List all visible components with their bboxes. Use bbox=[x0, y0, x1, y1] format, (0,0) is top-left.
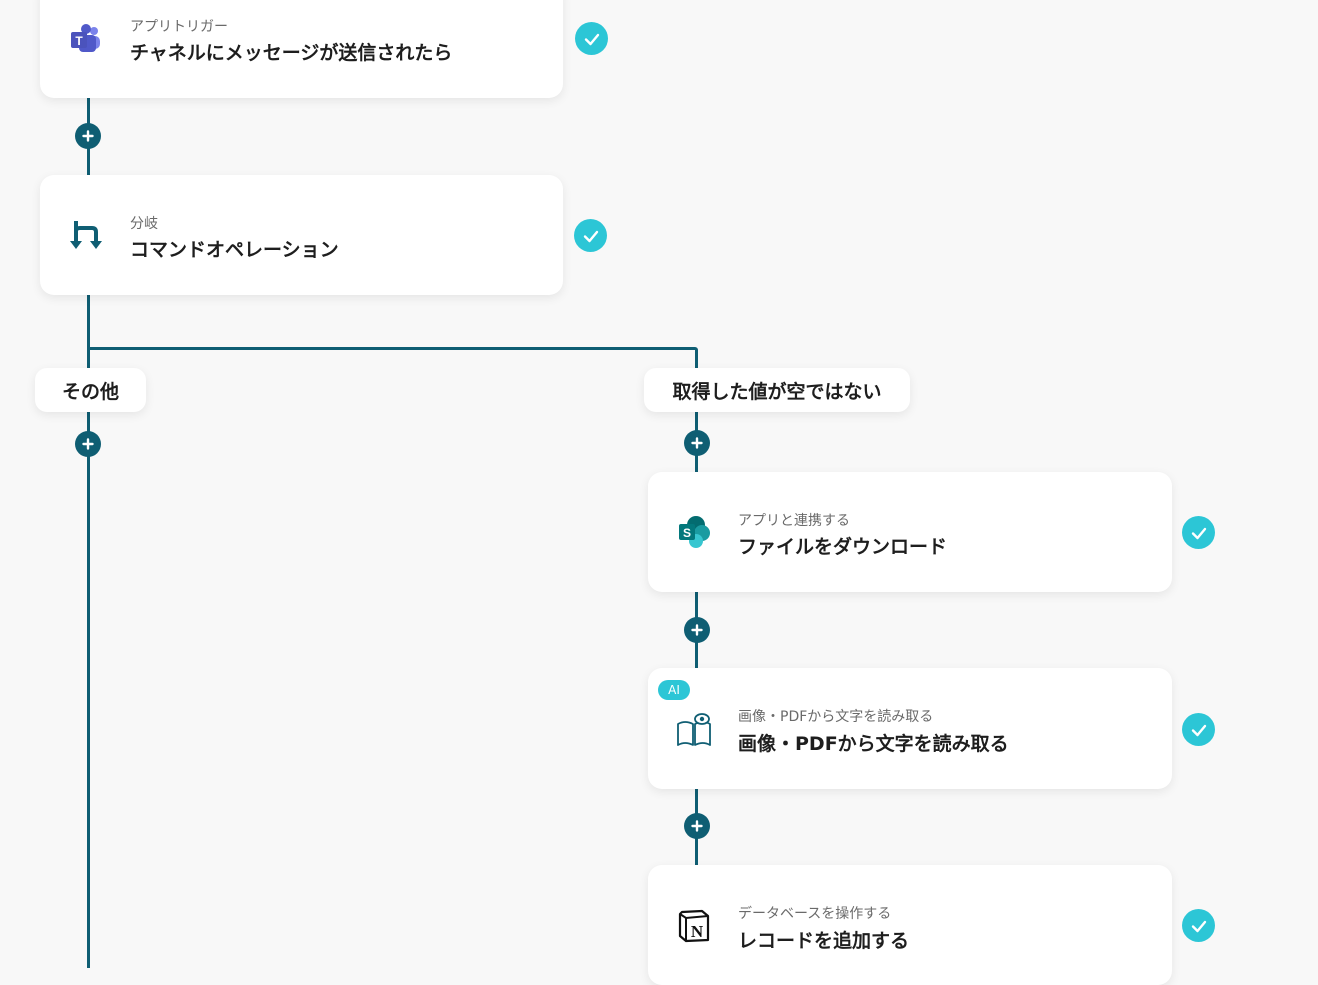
node-subtitle: アプリトリガー bbox=[130, 19, 228, 35]
node-title: チャネルにメッセージが送信されたら bbox=[130, 42, 453, 64]
branch-icon bbox=[68, 217, 104, 253]
notion-icon: N bbox=[676, 908, 712, 944]
svg-text:T: T bbox=[75, 34, 83, 48]
node-title: コマンドオペレーション bbox=[130, 239, 339, 261]
sharepoint-icon: S bbox=[676, 514, 712, 550]
add-step-button[interactable] bbox=[75, 123, 101, 149]
flow-node-download-file[interactable]: S アプリと連携する ファイルをダウンロード bbox=[648, 472, 1172, 592]
microsoft-teams-icon: T bbox=[68, 21, 104, 57]
svg-text:S: S bbox=[683, 526, 691, 540]
node-subtitle: アプリと連携する bbox=[738, 513, 850, 529]
add-step-button[interactable] bbox=[684, 430, 710, 456]
ai-badge: AI bbox=[658, 680, 690, 700]
node-subtitle: 画像・PDFから文字を読み取る bbox=[738, 709, 934, 725]
add-step-button[interactable] bbox=[684, 617, 710, 643]
flow-node-branch[interactable]: 分岐 コマンドオペレーション bbox=[40, 175, 563, 295]
flow-node-trigger[interactable]: T アプリトリガー チャネルにメッセージが送信されたら bbox=[40, 0, 563, 98]
check-icon bbox=[1182, 516, 1215, 549]
add-step-button[interactable] bbox=[684, 813, 710, 839]
connector-line-branch-horizontal bbox=[87, 347, 693, 350]
branch-label-else[interactable]: その他 bbox=[35, 368, 146, 412]
book-eye-icon bbox=[676, 712, 712, 748]
node-title: ファイルをダウンロード bbox=[738, 536, 948, 558]
svg-text:N: N bbox=[691, 922, 704, 941]
flow-node-ocr[interactable]: AI 画像・PDFから文字を読み取る 画像・PDFから文字を読み取る bbox=[648, 668, 1172, 789]
node-subtitle: 分岐 bbox=[130, 216, 158, 232]
check-icon bbox=[1182, 909, 1215, 942]
node-title: レコードを追加する bbox=[738, 930, 910, 952]
check-icon bbox=[575, 22, 608, 55]
node-title: 画像・PDFから文字を読み取る bbox=[738, 733, 1009, 755]
flow-node-add-record[interactable]: N データベースを操作する レコードを追加する bbox=[648, 865, 1172, 985]
check-icon bbox=[574, 219, 607, 252]
node-subtitle: データベースを操作する bbox=[738, 906, 892, 922]
check-icon bbox=[1182, 713, 1215, 746]
add-step-button[interactable] bbox=[75, 431, 101, 457]
branch-label-not-empty[interactable]: 取得した値が空ではない bbox=[644, 368, 910, 412]
